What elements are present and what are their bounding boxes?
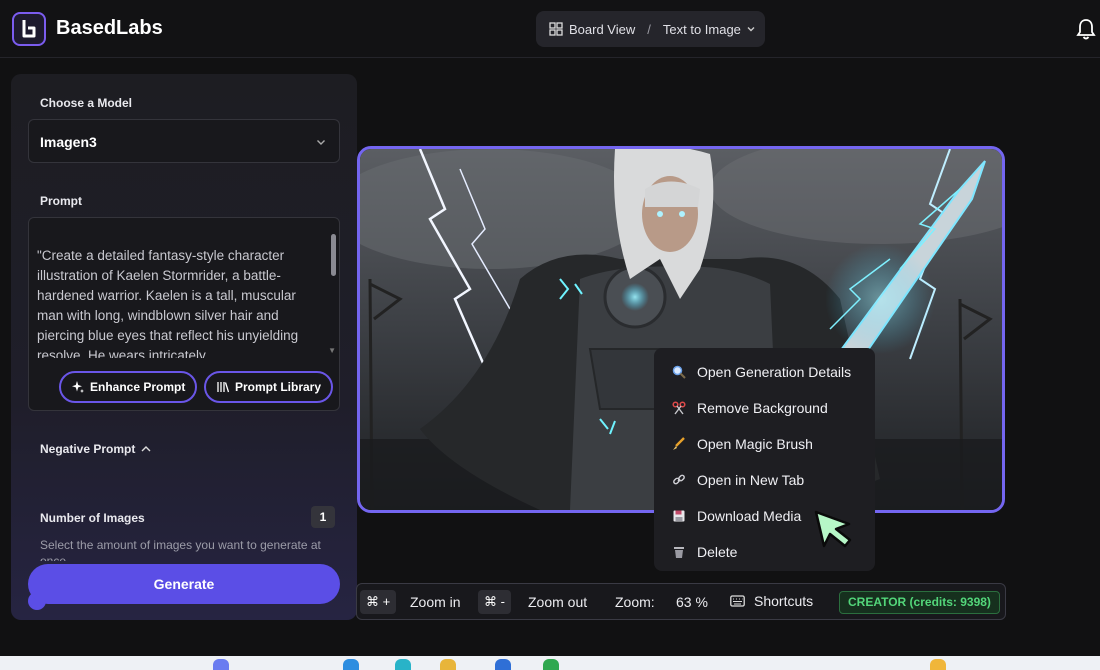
browser-taskbar-icon[interactable] [213,659,229,670]
top-header: BasedLabs Board View / Text to Image [0,0,1100,58]
menu-item-label: Delete [697,544,738,560]
basedlabs-logo-icon[interactable] [12,12,46,46]
prompt-library-label: Prompt Library [235,380,322,394]
enhance-prompt-button[interactable]: Enhance Prompt [59,371,198,403]
scroll-down-arrow-icon[interactable]: ▼ [328,346,336,355]
number-of-images-label: Number of Images [40,511,145,525]
zoom-out-button[interactable]: Zoom out [528,594,587,610]
negative-prompt-label: Negative Prompt [40,442,136,456]
menu-item-remove-background[interactable]: Remove Background [654,390,875,426]
breadcrumb-text-to-image[interactable]: Text to Image [663,22,741,37]
generate-button[interactable]: Generate [28,564,340,604]
prompt-text[interactable]: "Create a detailed fantasy-style charact… [37,246,325,358]
brush-icon [669,437,689,451]
edge-taskbar-icon[interactable] [395,659,411,670]
link-icon [669,473,689,487]
mouse-cursor-icon [812,508,854,557]
store-taskbar-icon[interactable] [495,659,511,670]
tray-taskbar-icon[interactable] [930,659,946,670]
board-grid-icon [549,22,563,36]
zoom-value: 63 % [676,594,708,610]
notification-bell-icon[interactable] [1075,17,1097,46]
menu-item-open-magic-brush[interactable]: Open Magic Brush [654,426,875,462]
menu-item-label: Remove Background [697,400,828,416]
model-select[interactable]: Imagen3 [28,119,340,163]
menu-item-label: Download Media [697,508,802,524]
magnifier-icon [669,365,689,379]
shortcuts-button[interactable]: Shortcuts [730,593,813,609]
generation-settings-panel: Choose a Model Imagen3 Prompt "Create a … [11,74,357,620]
shortcuts-label: Shortcuts [754,593,814,609]
keyboard-icon [730,595,745,607]
prompt-textarea[interactable]: "Create a detailed fantasy-style charact… [28,217,340,411]
chevron-down-icon[interactable] [746,24,756,34]
breadcrumb-board-view[interactable]: Board View [569,22,635,37]
enhance-prompt-label: Enhance Prompt [90,380,186,394]
sparkle-icon [72,381,84,393]
trash-icon [669,545,689,559]
library-books-icon [217,382,230,393]
windows-taskbar-icon[interactable] [343,659,359,670]
model-select-value: Imagen3 [40,134,97,150]
menu-item-label: Open in New Tab [697,472,805,488]
prompt-library-button[interactable]: Prompt Library [204,371,334,403]
brand-name[interactable]: BasedLabs [56,17,163,40]
chevron-up-icon [141,446,151,452]
canvas-toolbar: ⌘ + Zoom in ⌘ - Zoom out Zoom: 63 % Shor… [356,583,1006,620]
app-taskbar-icon[interactable] [543,659,559,670]
zoom-in-shortcut-key: ⌘ + [360,590,397,614]
number-of-images-description: Select the amount of images you want to … [40,538,321,561]
chevron-down-icon [317,140,325,145]
menu-item-label: Open Magic Brush [697,436,813,452]
zoom-label: Zoom: [615,594,655,610]
breadcrumb: Board View / Text to Image [536,11,765,47]
explorer-taskbar-icon[interactable] [440,659,456,670]
negative-prompt-toggle[interactable]: Negative Prompt [40,442,152,456]
floppy-icon [669,509,689,523]
choose-model-label: Choose a Model [40,96,133,110]
credits-badge: CREATOR (credits: 9398) [839,591,1000,614]
scissors-icon [669,401,689,415]
menu-item-label: Open Generation Details [697,364,852,380]
prompt-label: Prompt [40,194,82,208]
prompt-scrollbar[interactable] [331,234,336,276]
os-taskbar [0,656,1100,670]
menu-item-open-in-new-tab[interactable]: Open in New Tab [654,462,875,498]
breadcrumb-separator: / [647,21,651,37]
number-of-images-value[interactable]: 1 [311,506,335,528]
zoom-out-shortcut-key: ⌘ - [478,590,511,614]
menu-item-open-generation-details[interactable]: Open Generation Details [654,354,875,390]
zoom-in-button[interactable]: Zoom in [410,594,461,610]
